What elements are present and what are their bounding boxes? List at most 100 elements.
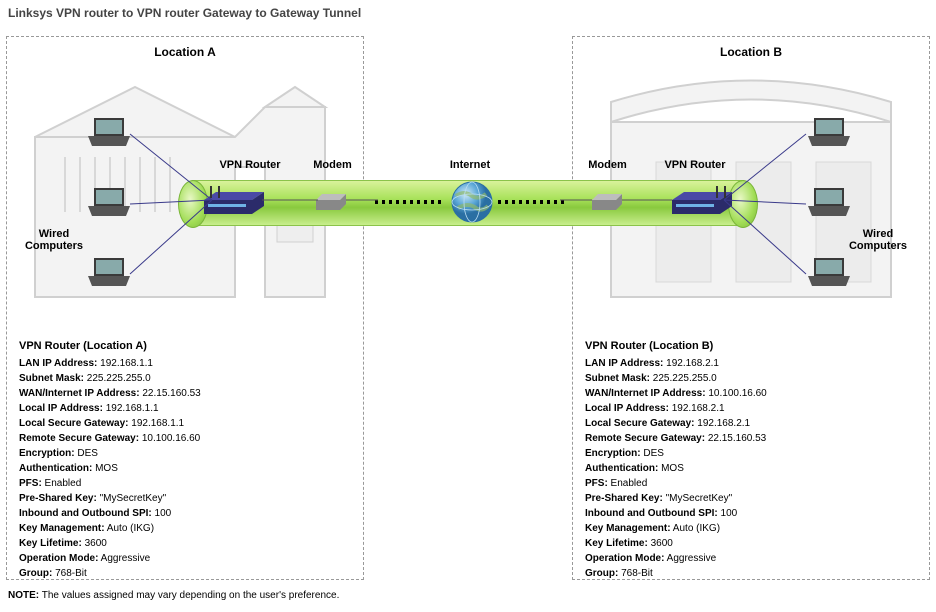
config-value: 192.168.1.1 bbox=[129, 418, 185, 429]
config-b: VPN Router (Location B) LAN IP Address: … bbox=[585, 339, 917, 581]
config-value: 100 bbox=[152, 508, 171, 519]
config-key: Authentication: bbox=[585, 463, 658, 474]
config-key: Operation Mode: bbox=[585, 553, 664, 564]
config-row: Group: 768-Bit bbox=[585, 566, 917, 581]
config-value: Enabled bbox=[608, 478, 647, 489]
config-value: 3600 bbox=[82, 538, 107, 549]
config-row: PFS: Enabled bbox=[585, 476, 917, 491]
config-key: Local Secure Gateway: bbox=[19, 418, 129, 429]
footnote: NOTE: The values assigned may vary depen… bbox=[8, 590, 339, 601]
config-value: 100 bbox=[718, 508, 737, 519]
config-value: 225.225.255.0 bbox=[84, 373, 151, 384]
config-row: Local IP Address: 192.168.1.1 bbox=[19, 401, 351, 416]
config-row: Local Secure Gateway: 192.168.2.1 bbox=[585, 416, 917, 431]
config-value: Auto (IKG) bbox=[105, 523, 154, 534]
config-key: Subnet Mask: bbox=[19, 373, 84, 384]
config-value: "MySecretKey" bbox=[663, 493, 732, 504]
config-row: Encryption: DES bbox=[585, 446, 917, 461]
config-a-header: VPN Router (Location A) bbox=[19, 339, 351, 354]
config-row: WAN/Internet IP Address: 22.15.160.53 bbox=[19, 386, 351, 401]
config-key: Pre-Shared Key: bbox=[19, 493, 97, 504]
config-key: Encryption: bbox=[585, 448, 641, 459]
vpn-router-b-label: VPN Router bbox=[655, 159, 735, 171]
config-value: 22.15.160.53 bbox=[705, 433, 766, 444]
config-row: Inbound and Outbound SPI: 100 bbox=[585, 506, 917, 521]
config-row: Key Management: Auto (IKG) bbox=[585, 521, 917, 536]
config-row: Key Lifetime: 3600 bbox=[19, 536, 351, 551]
config-row: LAN IP Address: 192.168.1.1 bbox=[19, 356, 351, 371]
config-row: Pre-Shared Key: "MySecretKey" bbox=[19, 491, 351, 506]
config-row: Remote Secure Gateway: 10.100.16.60 bbox=[19, 431, 351, 446]
config-value: DES bbox=[641, 448, 664, 459]
config-row: Pre-Shared Key: "MySecretKey" bbox=[585, 491, 917, 506]
config-key: PFS: bbox=[19, 478, 42, 489]
config-key: Key Management: bbox=[19, 523, 105, 534]
config-value: 10.100.16.60 bbox=[139, 433, 200, 444]
config-value: MOS bbox=[92, 463, 118, 474]
config-row: Local Secure Gateway: 192.168.1.1 bbox=[19, 416, 351, 431]
config-value: Aggressive bbox=[98, 553, 150, 564]
config-key: Key Lifetime: bbox=[19, 538, 82, 549]
config-value: Enabled bbox=[42, 478, 81, 489]
config-row: Encryption: DES bbox=[19, 446, 351, 461]
config-value: 192.168.1.1 bbox=[97, 358, 153, 369]
modem-b-label: Modem bbox=[580, 159, 635, 171]
config-row: Key Management: Auto (IKG) bbox=[19, 521, 351, 536]
config-value: 192.168.1.1 bbox=[103, 403, 159, 414]
config-a: VPN Router (Location A) LAN IP Address: … bbox=[19, 339, 351, 581]
config-key: Encryption: bbox=[19, 448, 75, 459]
vpn-router-a-label: VPN Router bbox=[210, 159, 290, 171]
config-row: Key Lifetime: 3600 bbox=[585, 536, 917, 551]
config-value: 192.168.2.1 bbox=[663, 358, 719, 369]
footnote-text: The values assigned may vary depending o… bbox=[39, 590, 339, 601]
config-key: Subnet Mask: bbox=[585, 373, 650, 384]
config-value: 192.168.2.1 bbox=[669, 403, 725, 414]
config-key: PFS: bbox=[585, 478, 608, 489]
modem-a-label: Modem bbox=[305, 159, 360, 171]
config-row: Subnet Mask: 225.225.255.0 bbox=[585, 371, 917, 386]
config-key: WAN/Internet IP Address: bbox=[19, 388, 140, 399]
config-value: 192.168.2.1 bbox=[695, 418, 751, 429]
config-value: 10.100.16.60 bbox=[706, 388, 767, 399]
config-row: Local IP Address: 192.168.2.1 bbox=[585, 401, 917, 416]
config-key: Operation Mode: bbox=[19, 553, 98, 564]
config-key: Inbound and Outbound SPI: bbox=[19, 508, 152, 519]
config-value: MOS bbox=[658, 463, 684, 474]
config-row: Operation Mode: Aggressive bbox=[585, 551, 917, 566]
config-key: Pre-Shared Key: bbox=[585, 493, 663, 504]
wired-computers-a-label: Wired Computers bbox=[14, 228, 94, 252]
internet-label: Internet bbox=[430, 159, 510, 171]
config-key: Authentication: bbox=[19, 463, 92, 474]
config-key: Remote Secure Gateway: bbox=[585, 433, 705, 444]
config-row: Subnet Mask: 225.225.255.0 bbox=[19, 371, 351, 386]
config-row: WAN/Internet IP Address: 10.100.16.60 bbox=[585, 386, 917, 401]
config-key: Local IP Address: bbox=[585, 403, 669, 414]
config-row: Authentication: MOS bbox=[19, 461, 351, 476]
config-value: DES bbox=[75, 448, 98, 459]
config-row: Operation Mode: Aggressive bbox=[19, 551, 351, 566]
config-value: 225.225.255.0 bbox=[650, 373, 717, 384]
config-row: PFS: Enabled bbox=[19, 476, 351, 491]
config-value: 22.15.160.53 bbox=[140, 388, 201, 399]
config-key: Inbound and Outbound SPI: bbox=[585, 508, 718, 519]
config-key: LAN IP Address: bbox=[585, 358, 663, 369]
config-value: "MySecretKey" bbox=[97, 493, 166, 504]
config-row: Authentication: MOS bbox=[585, 461, 917, 476]
config-value: 3600 bbox=[648, 538, 673, 549]
wired-computers-b-label: Wired Computers bbox=[838, 228, 918, 252]
config-value: Aggressive bbox=[664, 553, 716, 564]
config-value: Auto (IKG) bbox=[671, 523, 720, 534]
config-row: Remote Secure Gateway: 22.15.160.53 bbox=[585, 431, 917, 446]
config-key: Group: bbox=[585, 568, 618, 579]
config-key: Local Secure Gateway: bbox=[585, 418, 695, 429]
config-key: LAN IP Address: bbox=[19, 358, 97, 369]
config-key: WAN/Internet IP Address: bbox=[585, 388, 706, 399]
config-row: Inbound and Outbound SPI: 100 bbox=[19, 506, 351, 521]
config-b-header: VPN Router (Location B) bbox=[585, 339, 917, 354]
config-key: Local IP Address: bbox=[19, 403, 103, 414]
config-key: Remote Secure Gateway: bbox=[19, 433, 139, 444]
config-row: Group: 768-Bit bbox=[19, 566, 351, 581]
config-row: LAN IP Address: 192.168.2.1 bbox=[585, 356, 917, 371]
footnote-bold: NOTE: bbox=[8, 590, 39, 601]
config-value: 768-Bit bbox=[52, 568, 86, 579]
